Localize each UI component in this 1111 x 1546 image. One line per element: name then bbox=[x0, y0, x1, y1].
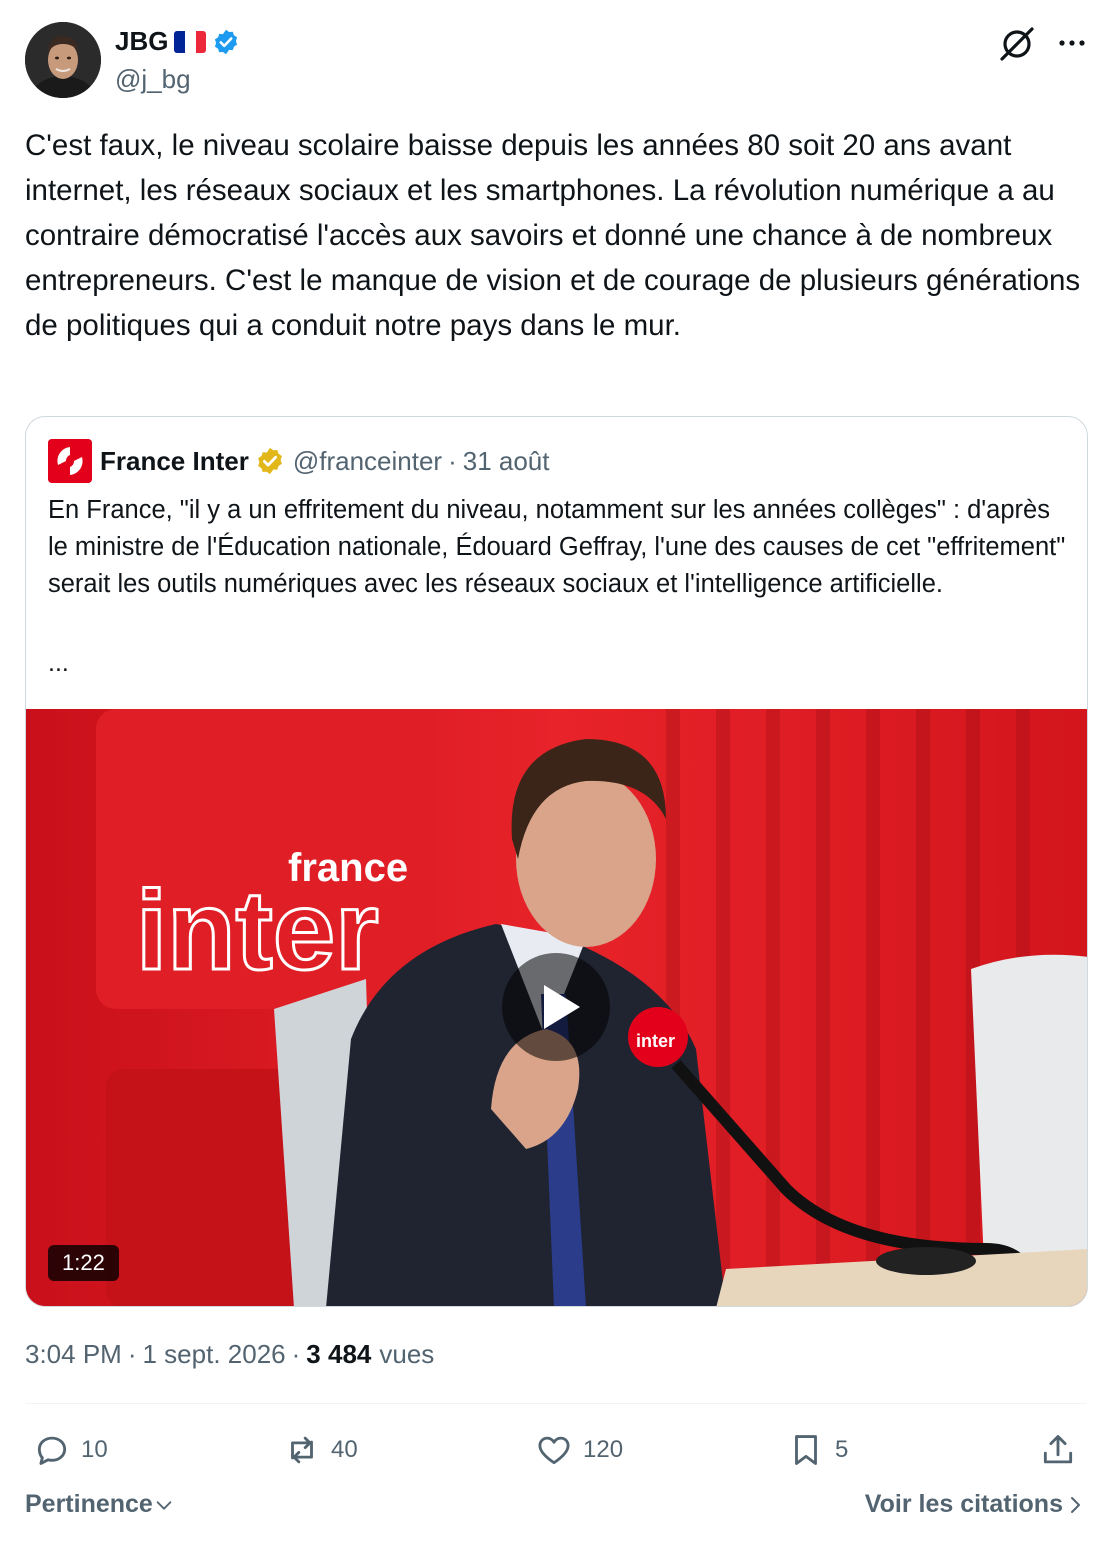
play-button[interactable] bbox=[502, 953, 610, 1061]
sort-dropdown[interactable]: Pertinence bbox=[25, 1490, 175, 1519]
quoted-tweet[interactable]: France Inter @franceinter · 31 août En F… bbox=[25, 416, 1088, 1307]
share-button[interactable] bbox=[1039, 1428, 1077, 1472]
quoted-author-handle[interactable]: @franceinter bbox=[293, 446, 442, 477]
quoted-tweet-text: En France, "il y a un effritement du niv… bbox=[48, 496, 1066, 598]
retweet-count: 40 bbox=[331, 1436, 358, 1463]
video-player[interactable]: france inter inter 1:22 bbox=[26, 709, 1087, 1306]
bookmark-button[interactable]: 5 bbox=[787, 1428, 848, 1472]
tweet-meta: 3:04 PM · 1 sept. 2026 · 3 484 vues bbox=[25, 1339, 434, 1370]
dot-separator: · bbox=[291, 1339, 301, 1369]
author-name-row[interactable]: JBG bbox=[115, 26, 240, 57]
author-handle[interactable]: @j_bg bbox=[115, 64, 191, 95]
play-icon bbox=[544, 985, 580, 1029]
tweet-text: C'est faux, le niveau scolaire baisse de… bbox=[25, 129, 1081, 342]
view-quotes-link[interactable]: Voir les citations bbox=[865, 1490, 1087, 1519]
like-count: 120 bbox=[583, 1436, 624, 1463]
more-icon[interactable] bbox=[1057, 28, 1087, 58]
quoted-author-name[interactable]: France Inter bbox=[100, 446, 249, 477]
bookmark-count: 5 bbox=[835, 1436, 849, 1463]
retweet-button[interactable]: 40 bbox=[283, 1428, 358, 1472]
like-button[interactable]: 120 bbox=[535, 1428, 623, 1472]
quoted-tweet-header: France Inter @franceinter · 31 août bbox=[48, 439, 549, 483]
tweet-time[interactable]: 3:04 PM bbox=[25, 1339, 122, 1370]
chevron-down-icon bbox=[156, 1500, 172, 1510]
views-label: vues bbox=[379, 1339, 435, 1369]
bookmark-icon bbox=[795, 1435, 817, 1465]
reply-count: 10 bbox=[81, 1436, 108, 1463]
verified-badge-icon bbox=[215, 29, 238, 54]
france-inter-logo-icon[interactable] bbox=[48, 439, 92, 483]
views-count: 3 484 bbox=[306, 1339, 372, 1369]
video-duration: 1:22 bbox=[48, 1245, 119, 1281]
microphone-label: inter bbox=[636, 1031, 675, 1051]
heart-icon bbox=[538, 1436, 570, 1465]
chevron-right-icon bbox=[1071, 1496, 1080, 1513]
divider bbox=[25, 1403, 1087, 1404]
reply-button[interactable]: 10 bbox=[33, 1428, 108, 1472]
dot-separator: · bbox=[448, 445, 457, 476]
avatar[interactable] bbox=[25, 22, 101, 98]
author-display-name[interactable]: JBG bbox=[115, 26, 168, 57]
sort-label: Pertinence bbox=[25, 1490, 153, 1518]
action-bar: 10 40 120 5 bbox=[25, 1428, 1087, 1472]
grok-icon[interactable] bbox=[997, 24, 1037, 64]
france-flag-icon bbox=[174, 30, 207, 53]
retweet-icon bbox=[291, 1436, 313, 1464]
show-more-ellipsis[interactable]: ... bbox=[48, 649, 69, 678]
quoted-tweet-date[interactable]: 31 août bbox=[463, 446, 550, 477]
reply-icon bbox=[37, 1436, 67, 1465]
studio-logo-inter: inter bbox=[136, 868, 379, 993]
tweet-date[interactable]: 1 sept. 2026 bbox=[143, 1339, 286, 1370]
replies-footer: Pertinence Voir les citations bbox=[25, 1490, 1087, 1530]
view-quotes-label: Voir les citations bbox=[864, 1490, 1063, 1518]
share-icon bbox=[1043, 1435, 1073, 1464]
dot-separator: · bbox=[127, 1339, 137, 1369]
verified-gold-badge-icon bbox=[257, 447, 282, 475]
tweet-header: JBG @j_bg bbox=[25, 22, 1087, 100]
